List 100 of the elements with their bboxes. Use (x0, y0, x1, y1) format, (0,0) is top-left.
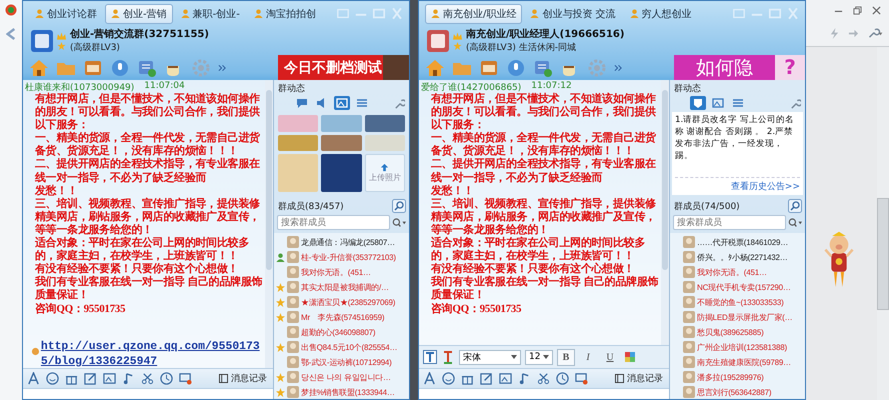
microphone-bubble-icon[interactable] (110, 58, 130, 76)
music-icon[interactable] (518, 372, 531, 385)
search-icon[interactable] (392, 199, 406, 213)
restore-icon[interactable] (853, 6, 862, 14)
photo-tab[interactable] (710, 96, 726, 110)
ad-banner[interactable]: 如何隐 ? (674, 55, 805, 80)
smiley-icon[interactable] (46, 372, 59, 385)
member-search-field[interactable]: 搜索群成员 (277, 215, 390, 230)
note-add-icon[interactable] (533, 58, 553, 76)
member-name: Mr 李先森(574516959) (301, 312, 384, 322)
avatar-icon (683, 341, 695, 353)
scrollbar[interactable] (661, 80, 669, 345)
group-tab[interactable]: 穷人想创业 (624, 4, 698, 24)
panel-title: 群动态 (673, 82, 702, 96)
scrollbar[interactable] (265, 80, 273, 368)
member-item[interactable]: 鄂-武汉-运动裤(10712994) (276, 355, 409, 369)
member-item[interactable]: 防揭LED显示屏批发厂家(… (672, 310, 805, 324)
ad-banner[interactable]: 今日不删档测试 (278, 55, 409, 80)
message-history-button[interactable]: 消息记录 (613, 372, 665, 385)
image-icon[interactable] (103, 372, 116, 385)
wrench-icon[interactable] (394, 98, 405, 109)
more-chevron-icon[interactable] (614, 64, 623, 72)
member-search-field[interactable]: 搜索群成员 (673, 215, 786, 230)
window-icon[interactable] (479, 58, 499, 76)
clock-icon[interactable] (556, 372, 569, 385)
screen-icon[interactable] (179, 372, 192, 385)
history-announcements-link[interactable]: 查看历史公告>> (675, 177, 800, 193)
size-dropdown[interactable]: 12 (525, 350, 553, 364)
member-item[interactable]: 梦挂%销售联盟(1333944… (276, 385, 409, 399)
member-item[interactable]: 不睡觉的鱼~(133033533) (672, 295, 805, 309)
message-text: 有想开网店，但是不懂技术，不知道该如何操作的朋友！可以看看。与我们公司合作，我们提供以下服务： (430, 93, 657, 132)
upload-photo-button[interactable]: 上传照片 (364, 154, 405, 192)
wrench-icon[interactable] (790, 98, 801, 109)
format-button[interactable]: B (557, 348, 575, 366)
window-icon[interactable] (83, 58, 103, 76)
text-color-icon[interactable] (441, 350, 455, 364)
music-icon[interactable] (122, 372, 135, 385)
message-input-field[interactable] (23, 388, 273, 399)
member-item[interactable]: Mr 李先森(574516959) (276, 310, 409, 324)
member-item[interactable]: 侨兴。。ﾀ小杨(2271432… (672, 250, 805, 264)
edit-icon[interactable] (84, 372, 97, 385)
message-history-button[interactable]: 消息记录 (217, 372, 269, 385)
smiley-icon[interactable] (442, 372, 455, 385)
notice-tab[interactable] (690, 96, 706, 110)
group-level: (高级群LV3) 生活休闲-同城 (466, 42, 578, 54)
member-item[interactable]: 我对你无语。(451… (672, 265, 805, 279)
member-item[interactable]: 愁贝鬼(389625885) (672, 325, 805, 339)
scissors-icon[interactable] (141, 372, 154, 385)
microphone-bubble-icon[interactable] (506, 58, 526, 76)
screen-icon[interactable] (575, 372, 588, 385)
member-item[interactable]: 龙鼎通信：冯编龙(25807… (276, 235, 409, 249)
member-item[interactable]: 广州企业培训(123581388) (672, 340, 805, 354)
font-dropdown[interactable]: 宋体 (459, 350, 521, 364)
member-item[interactable]: 其实太阳是被我捕调的/… (276, 280, 409, 294)
banner-text: 如何隐 (695, 56, 754, 80)
photo-placeholder[interactable] (321, 134, 362, 151)
font-icon[interactable] (423, 372, 436, 385)
group-tab[interactable]: 兼职-创业- (174, 4, 246, 24)
text-style-icon[interactable] (423, 350, 437, 364)
member-item[interactable]: 我对你无语。(451… (276, 265, 409, 279)
format-button[interactable]: I (579, 348, 597, 366)
message-text: 三、培训、视频教程、宣传推广指导，提供装修精美网店，刷钻服务，网店的收藏推广及宣传，等等一条龙服务给您的！ (34, 198, 261, 236)
message-input-field[interactable] (419, 388, 669, 399)
member-item[interactable]: 당신은 나의 유일입니다… (276, 370, 409, 384)
more-chevron-icon[interactable] (218, 64, 227, 72)
page-scrollbar[interactable] (877, 47, 889, 400)
chat-tab[interactable] (294, 96, 310, 110)
image-icon[interactable] (499, 372, 512, 385)
message-link[interactable]: http://user.qzone.qq.com/95501735/blog/1336225947 (40, 340, 265, 368)
home-icon[interactable] (425, 58, 445, 76)
group-tab[interactable]: 创业讨论群 (29, 4, 103, 24)
search-icon (788, 218, 802, 227)
person-icon (630, 9, 639, 18)
wrench-icon[interactable] (867, 28, 883, 38)
search-icon[interactable] (788, 199, 802, 213)
close-icon[interactable] (872, 6, 881, 14)
member-item[interactable]: 南充生殖健康医院(59789… (672, 355, 805, 369)
group-tab[interactable]: 淘宝拍拍创 (248, 4, 322, 24)
member-item[interactable]: 桂-专业-升信誉(353772103) (276, 250, 409, 264)
font-icon[interactable] (27, 372, 40, 385)
photo-tab[interactable] (334, 96, 350, 110)
group-level: (高级群LV3) (70, 42, 121, 54)
member-item[interactable]: 出售Q84.5元10个(825554… (276, 340, 409, 354)
group-tab[interactable]: 创业与投资 交流 (524, 4, 622, 24)
member-item[interactable]: 思言刘行(563642887) (672, 385, 805, 399)
member-item[interactable]: ……代开税票(18461029… (672, 235, 805, 249)
note-add-icon[interactable] (137, 58, 157, 76)
member-item[interactable]: NC现代手机专卖(157290… (672, 280, 805, 294)
clock-icon[interactable] (160, 372, 173, 385)
format-button[interactable]: U (601, 348, 619, 366)
member-item[interactable]: 潘多拉(195289976) (672, 370, 805, 384)
home-icon[interactable] (29, 58, 49, 76)
edit-icon[interactable] (480, 372, 493, 385)
scissors-icon[interactable] (537, 372, 550, 385)
member-item[interactable]: 超勤的心(346098807) (276, 325, 409, 339)
group-tab[interactable]: 创业-营销 (105, 4, 173, 24)
color-grid-icon[interactable] (623, 350, 637, 364)
group-tab[interactable]: 南充创业/职业经 (425, 4, 522, 24)
photo-placeholder[interactable] (278, 134, 318, 151)
member-item[interactable]: ★潇洒宝贝★(2385297069) (276, 295, 409, 309)
